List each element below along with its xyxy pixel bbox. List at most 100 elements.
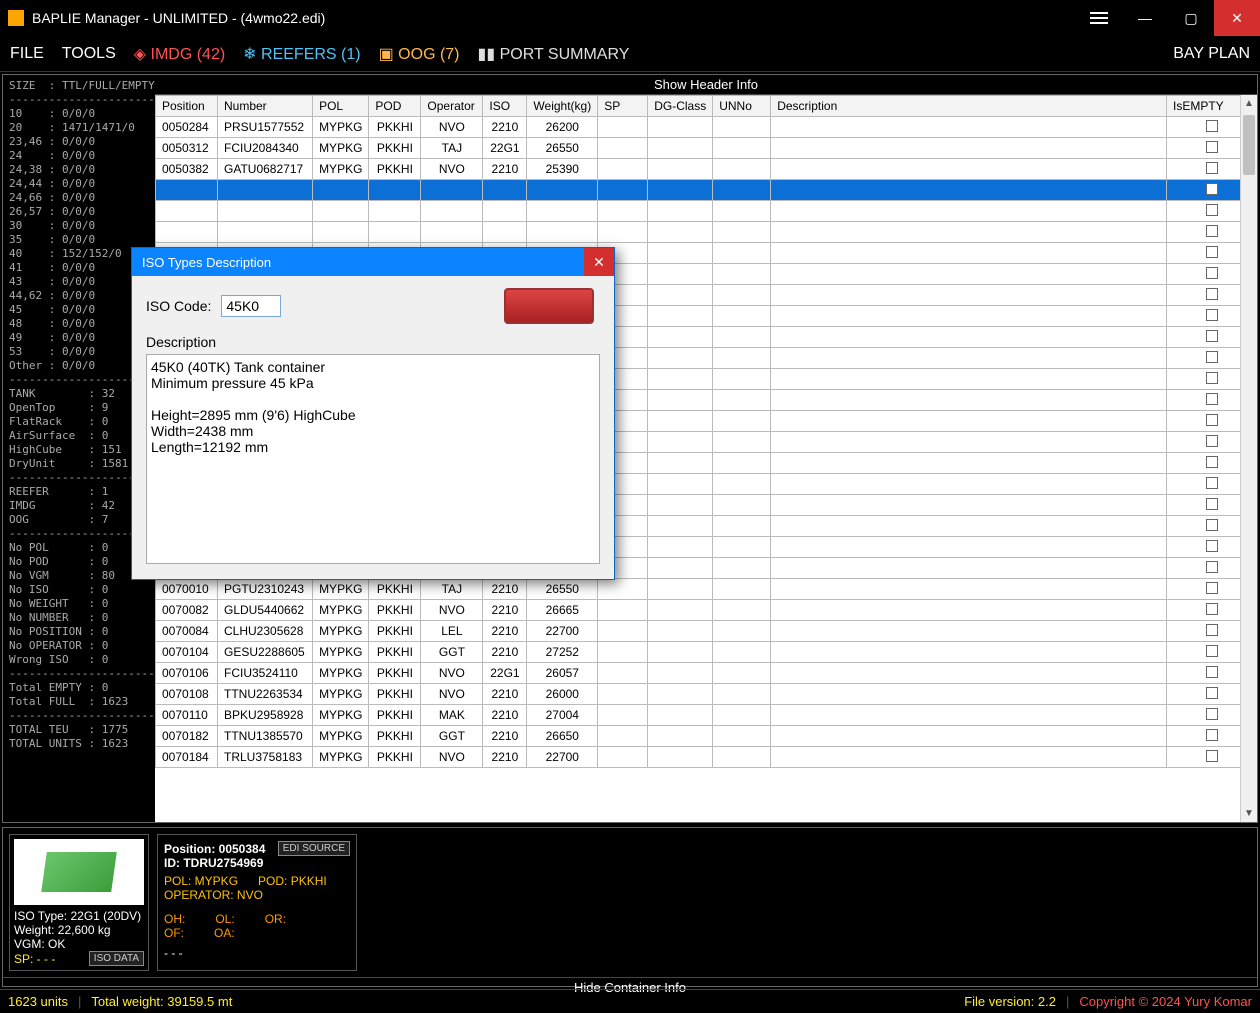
empty-checkbox[interactable] bbox=[1206, 645, 1218, 657]
empty-checkbox[interactable] bbox=[1206, 393, 1218, 405]
maximize-button[interactable]: ▢ bbox=[1168, 0, 1214, 36]
hamburger-button[interactable] bbox=[1076, 0, 1122, 36]
or-text: OR: bbox=[265, 912, 286, 926]
empty-checkbox[interactable] bbox=[1206, 603, 1218, 615]
edi-source-button[interactable]: EDI SOURCE bbox=[278, 841, 350, 856]
app-icon bbox=[8, 10, 24, 26]
empty-checkbox[interactable] bbox=[1206, 498, 1218, 510]
empty-checkbox[interactable] bbox=[1206, 624, 1218, 636]
empty-checkbox[interactable] bbox=[1206, 519, 1218, 531]
empty-checkbox[interactable] bbox=[1206, 162, 1218, 174]
empty-checkbox[interactable] bbox=[1206, 540, 1218, 552]
show-header-info[interactable]: Show Header Info bbox=[155, 75, 1257, 95]
empty-checkbox[interactable] bbox=[1206, 750, 1218, 762]
menu-file[interactable]: FILE bbox=[10, 45, 44, 63]
empty-checkbox[interactable] bbox=[1206, 687, 1218, 699]
empty-checkbox[interactable] bbox=[1206, 477, 1218, 489]
column-header[interactable]: SP bbox=[598, 96, 648, 117]
container-image bbox=[504, 288, 594, 324]
empty-checkbox[interactable] bbox=[1206, 288, 1218, 300]
status-file-version: File version: 2.2 bbox=[964, 994, 1056, 1009]
empty-checkbox[interactable] bbox=[1206, 708, 1218, 720]
empty-checkbox[interactable] bbox=[1206, 582, 1218, 594]
weight-text: Weight: 22,600 kg bbox=[14, 923, 144, 937]
scroll-down-arrow[interactable]: ▼ bbox=[1241, 805, 1257, 822]
empty-checkbox[interactable] bbox=[1206, 204, 1218, 216]
table-row[interactable] bbox=[156, 201, 1257, 222]
table-row[interactable]: 0070108TTNU2263534MYPKGPKKHINVO221026000 bbox=[156, 684, 1257, 705]
description-textarea[interactable] bbox=[146, 354, 600, 564]
table-row[interactable]: 0070182TTNU1385570MYPKGPKKHIGGT221026650 bbox=[156, 726, 1257, 747]
close-button[interactable]: ✕ bbox=[1214, 0, 1260, 36]
empty-checkbox[interactable] bbox=[1206, 141, 1218, 153]
empty-checkbox[interactable] bbox=[1206, 435, 1218, 447]
empty-checkbox[interactable] bbox=[1206, 456, 1218, 468]
sp-text: SP: - - - bbox=[14, 952, 55, 966]
column-header[interactable]: Position bbox=[156, 96, 218, 117]
dialog-title: ISO Types Description bbox=[142, 255, 271, 270]
iso-data-button[interactable]: ISO DATA bbox=[89, 951, 144, 966]
status-units: 1623 units bbox=[8, 994, 68, 1009]
menu-reefers[interactable]: ❄ REEFERS (1) bbox=[243, 44, 360, 64]
table-row[interactable]: 0070082GLDU5440662MYPKGPKKHINVO221026665 bbox=[156, 600, 1257, 621]
menu-imdg[interactable]: ◈ IMDG (42) bbox=[134, 44, 225, 64]
vgm-text: VGM: OK bbox=[14, 937, 144, 951]
empty-checkbox[interactable] bbox=[1206, 561, 1218, 573]
menu-tools[interactable]: TOOLS bbox=[62, 45, 116, 63]
menu-port-summary[interactable]: ▮▮ PORT SUMMARY bbox=[478, 44, 630, 64]
empty-checkbox[interactable] bbox=[1206, 225, 1218, 237]
empty-checkbox[interactable] bbox=[1206, 183, 1218, 195]
scrollbar-vertical[interactable]: ▲ ▼ bbox=[1240, 95, 1257, 822]
minimize-button[interactable]: — bbox=[1122, 0, 1168, 36]
dialog-titlebar[interactable]: ISO Types Description ✕ bbox=[132, 248, 614, 276]
table-row[interactable]: 0070106FCIU3524110MYPKGPKKHINVO22G126057 bbox=[156, 663, 1257, 684]
column-header[interactable]: ISO bbox=[483, 96, 527, 117]
empty-checkbox[interactable] bbox=[1206, 351, 1218, 363]
empty-checkbox[interactable] bbox=[1206, 372, 1218, 384]
empty-checkbox[interactable] bbox=[1206, 330, 1218, 342]
empty-checkbox[interactable] bbox=[1206, 267, 1218, 279]
table-row[interactable]: 0070104GESU2288605MYPKGPKKHIGGT221027252 bbox=[156, 642, 1257, 663]
menubar: FILE TOOLS ◈ IMDG (42) ❄ REEFERS (1) ▣ O… bbox=[0, 36, 1260, 72]
scroll-thumb[interactable] bbox=[1243, 115, 1255, 175]
table-row[interactable]: 0070010PGTU2310243MYPKGPKKHITAJ221026550 bbox=[156, 579, 1257, 600]
column-header[interactable]: UNNo bbox=[713, 96, 771, 117]
menu-bay-plan[interactable]: BAY PLAN bbox=[1173, 45, 1250, 63]
empty-checkbox[interactable] bbox=[1206, 120, 1218, 132]
empty-checkbox[interactable] bbox=[1206, 309, 1218, 321]
column-header[interactable]: Description bbox=[771, 96, 1167, 117]
of-text: OF: bbox=[164, 926, 184, 940]
table-row[interactable]: 0070084CLHU2305628MYPKGPKKHILEL221022700 bbox=[156, 621, 1257, 642]
empty-checkbox[interactable] bbox=[1206, 666, 1218, 678]
table-row[interactable]: 0050382GATU0682717MYPKGPKKHINVO221025390 bbox=[156, 159, 1257, 180]
iso-code-input[interactable] bbox=[221, 295, 281, 317]
pod-text: POD: PKKHI bbox=[258, 874, 327, 888]
table-row[interactable]: 0070110BPKU2958928MYPKGPKKHIMAK221027004 bbox=[156, 705, 1257, 726]
empty-checkbox[interactable] bbox=[1206, 729, 1218, 741]
table-row[interactable]: 0070184TRLU3758183MYPKGPKKHINVO221022700 bbox=[156, 747, 1257, 768]
column-header[interactable]: Weight(kg) bbox=[527, 96, 598, 117]
table-row[interactable]: 0050312FCIU2084340MYPKGPKKHITAJ22G126550 bbox=[156, 138, 1257, 159]
id-text: ID: TDRU2754969 bbox=[164, 856, 263, 870]
description-label: Description bbox=[146, 334, 600, 350]
dots-text: - - - bbox=[164, 946, 350, 960]
column-header[interactable]: POD bbox=[369, 96, 421, 117]
scroll-up-arrow[interactable]: ▲ bbox=[1241, 95, 1257, 112]
container-thumbnail bbox=[14, 839, 144, 905]
table-row[interactable]: 0050284PRSU1577552MYPKGPKKHINVO221026200 bbox=[156, 117, 1257, 138]
empty-checkbox[interactable] bbox=[1206, 246, 1218, 258]
table-row[interactable] bbox=[156, 222, 1257, 243]
dialog-close-button[interactable]: ✕ bbox=[584, 248, 614, 276]
ol-text: OL: bbox=[215, 912, 234, 926]
column-header[interactable]: POL bbox=[313, 96, 369, 117]
iso-code-label: ISO Code: bbox=[146, 298, 211, 314]
table-row[interactable] bbox=[156, 180, 1257, 201]
column-header[interactable]: Number bbox=[218, 96, 313, 117]
status-copyright: Copyright © 2024 Yury Komar bbox=[1079, 994, 1252, 1009]
empty-checkbox[interactable] bbox=[1206, 414, 1218, 426]
column-header[interactable]: DG-Class bbox=[648, 96, 713, 117]
menu-oog[interactable]: ▣ OOG (7) bbox=[379, 44, 460, 64]
container-info-panel: ISO Type: 22G1 (20DV) Weight: 22,600 kg … bbox=[2, 827, 1258, 987]
status-weight: Total weight: 39159.5 mt bbox=[91, 994, 232, 1009]
column-header[interactable]: Operator bbox=[421, 96, 483, 117]
